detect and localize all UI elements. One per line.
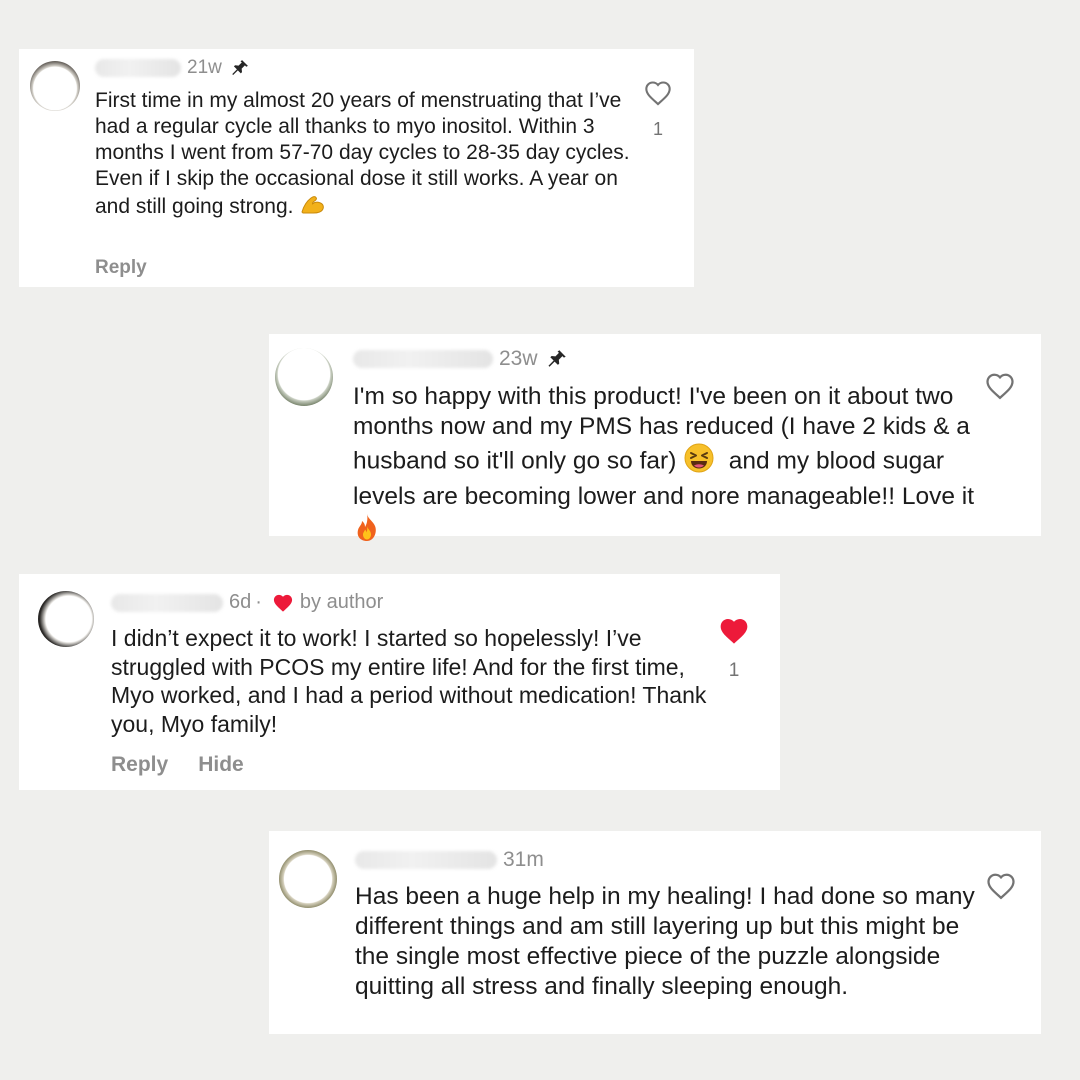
heart-outline-icon[interactable]: [644, 80, 672, 111]
heart-outline-icon[interactable]: [986, 872, 1016, 905]
comment-text: Has been a huge help in my healing! I ha…: [355, 883, 975, 1000]
liked-by-author-label: by author: [299, 591, 384, 613]
comment-meta: 23w: [353, 347, 568, 371]
pin-icon: [230, 58, 250, 78]
flexed-biceps-icon: [299, 192, 327, 223]
username-redacted[interactable]: [353, 350, 493, 368]
heart-filled-icon: [272, 593, 294, 613]
avatar[interactable]: [279, 850, 337, 908]
comment-time: 31m: [503, 848, 544, 871]
like-count: 1: [652, 119, 663, 139]
username-redacted[interactable]: [95, 59, 181, 77]
avatar[interactable]: [38, 591, 94, 647]
username-redacted[interactable]: [355, 851, 497, 869]
comment-text: I'm so happy with this product! I've bee…: [353, 382, 993, 552]
meta-separator: ·: [255, 591, 262, 613]
comment-card: 23w I'm so happy with this product! I've…: [269, 334, 1041, 541]
comment-actions: Reply: [95, 257, 147, 279]
grinning-squinting-face-icon: [683, 442, 715, 482]
comment-actions: Reply Hide: [111, 753, 244, 777]
comment-meta: 6d · by author: [111, 591, 383, 614]
comment-card: 31m Has been a huge help in my healing! …: [269, 831, 1041, 1034]
avatar[interactable]: [30, 61, 80, 111]
comment-meta: 21w: [95, 57, 250, 79]
comment-time: 6d: [229, 591, 252, 613]
avatar[interactable]: [275, 348, 333, 406]
pin-icon: [546, 348, 568, 370]
username-redacted[interactable]: [111, 593, 223, 612]
heart-filled-icon[interactable]: [718, 616, 750, 651]
fire-icon: [353, 512, 381, 552]
reply-button[interactable]: Reply: [95, 257, 147, 279]
like-count: 1: [728, 660, 740, 681]
reply-button[interactable]: Reply: [111, 753, 168, 777]
comment-text: I didn’t expect it to work! I started so…: [111, 625, 707, 737]
comment-meta: 31m: [355, 848, 544, 872]
heart-outline-icon[interactable]: [985, 372, 1015, 405]
hide-button[interactable]: Hide: [198, 753, 244, 777]
comment-time: 21w: [187, 57, 222, 78]
comment-card: 21w First time in my almost 20 years of …: [19, 49, 694, 287]
comment-time: 23w: [499, 347, 538, 370]
comment-card: 6d · by author I didn’t expect it to wor…: [19, 574, 780, 790]
comment-text: First time in my almost 20 years of mens…: [95, 88, 640, 223]
